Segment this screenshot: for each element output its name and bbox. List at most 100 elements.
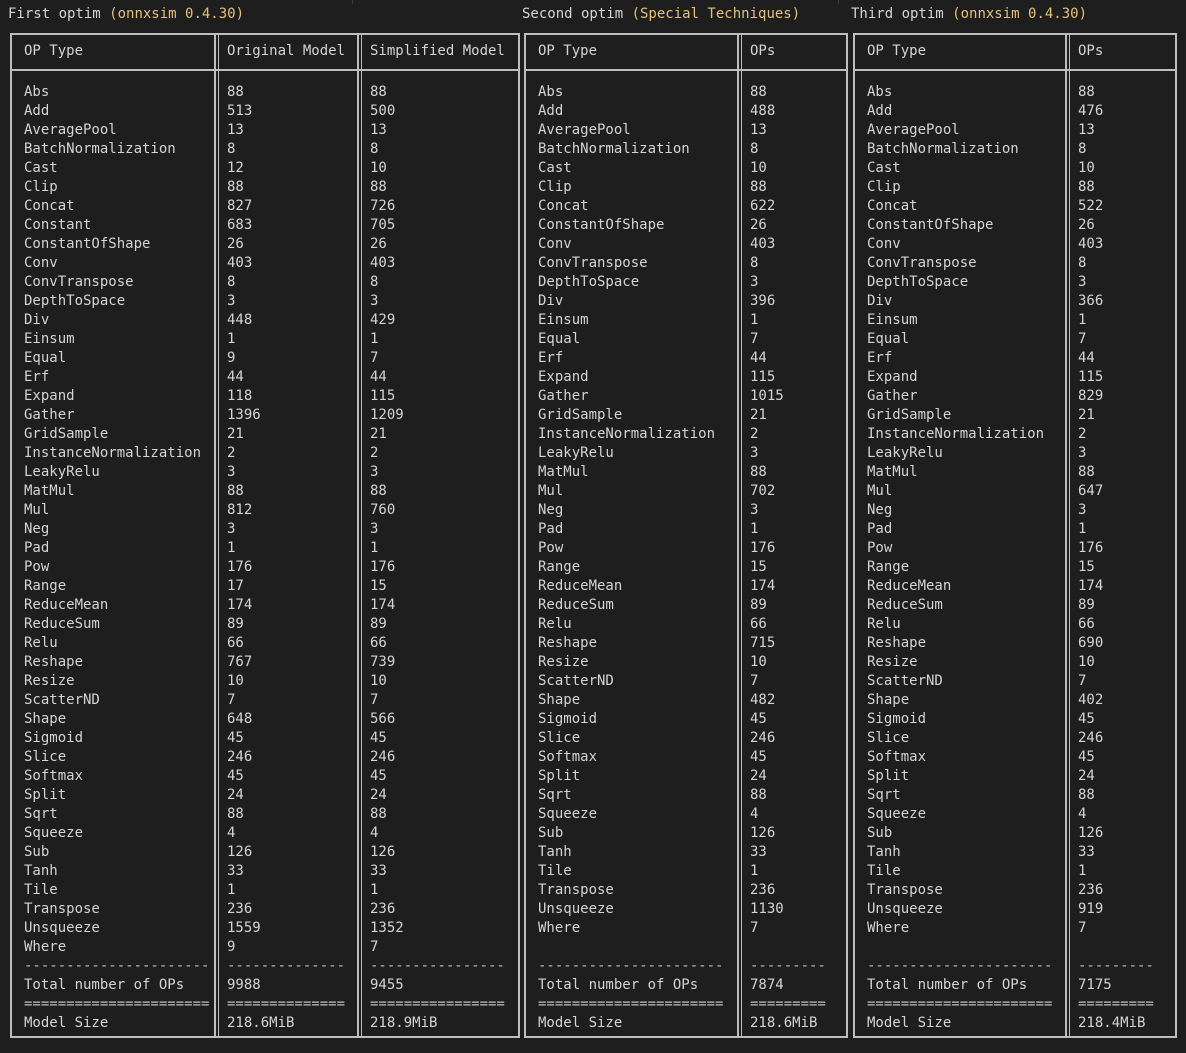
column-header: OPs [750,43,776,59]
op-type-cell: Squeeze [24,825,84,841]
value-cell: 24 [1078,768,1095,784]
value-cell: 246 [750,730,776,746]
separator-line: ================ [370,996,505,1012]
separator-line: --------- [1078,958,1154,974]
value-cell: 403 [1078,236,1104,252]
value-cell: 683 [227,217,253,233]
value-cell: 402 [1078,692,1104,708]
op-type-cell: ConstantOfShape [867,217,994,233]
value-cell: 1209 [370,407,404,423]
value-cell: 4 [1078,806,1087,822]
value-cell: 236 [750,882,776,898]
value-cell: 8 [227,274,236,290]
value-cell: 403 [227,255,253,271]
value-cell: 690 [1078,635,1104,651]
value-cell: 1 [1078,863,1087,879]
op-type-cell: Cast [24,160,58,176]
op-type-cell: LeakyRelu [24,464,100,480]
op-type-cell: Clip [538,179,572,195]
value-cell: 396 [750,293,776,309]
value-cell: 1130 [750,901,784,917]
value-cell: 7 [750,920,759,936]
op-type-cell: Range [24,578,67,594]
op-type-cell: Reshape [538,635,598,651]
header-second-optim: Second optim (Special Techniques) [522,5,800,24]
op-type-cell: Reshape [24,654,84,670]
op-type-cell: Conv [867,236,901,252]
op-type-cell: Concat [538,198,589,214]
value-cell: 513 [227,103,253,119]
op-type-cell: Pad [24,540,50,556]
op-type-cell: Neg [538,502,564,518]
value-cell: 1 [227,540,236,556]
value-cell: 2 [227,445,236,461]
value-cell: 176 [370,559,396,575]
value-cell: 3 [227,293,236,309]
separator-line: ---------------------- [867,958,1053,974]
separator-line: ---------------- [370,958,505,974]
op-type-cell: Split [24,787,67,803]
op-type-cell: Tanh [538,844,572,860]
value-cell: 89 [750,597,767,613]
value-cell: 88 [750,84,767,100]
value-cell: 8 [1078,255,1087,271]
value-cell: 26 [750,217,767,233]
value-cell: 236 [1078,882,1104,898]
value-cell: 66 [750,616,767,632]
value-cell: 522 [1078,198,1104,214]
value-cell: 8 [370,141,379,157]
value-cell: 2 [370,445,379,461]
op-type-cell: Relu [24,635,58,651]
op-type-cell: Tanh [24,863,58,879]
value-cell: 246 [227,749,253,765]
op-type-cell: ConstantOfShape [538,217,665,233]
value-cell: 33 [227,863,244,879]
value-cell: 648 [227,711,253,727]
pane-divider [838,0,839,4]
header-note: (onnxsim 0.4.30) [952,6,1088,22]
op-type-cell: ScatterND [24,692,100,708]
value-cell: 66 [227,635,244,651]
op-type-cell: Einsum [867,312,918,328]
header-third-optim: Third optim (onnxsim 0.4.30) [851,5,1087,24]
value-cell: 1 [227,331,236,347]
table-header-row: OP Type Original Model Simplified Model [12,35,518,71]
value-cell: 7 [750,331,759,347]
separator-line: -------------- [227,958,346,974]
value-cell: 3 [227,521,236,537]
value-cell: 1 [750,863,759,879]
op-type-cell: Add [867,103,893,119]
op-type-cell: Sigmoid [538,711,598,727]
separator-line: ====================== [867,996,1053,1012]
total-row: Total number of OPs [867,977,1028,993]
header-label: Third optim [851,6,953,22]
op-type-cell: Shape [538,692,581,708]
value-cell: 45 [227,730,244,746]
op-type-cell: Erf [538,350,564,366]
op-type-cell: Squeeze [538,806,598,822]
value-cell: 246 [370,749,396,765]
value-cell: 3 [370,293,379,309]
op-type-cell: Equal [867,331,910,347]
value-cell: 45 [1078,749,1095,765]
value-cell: 8 [750,141,759,157]
op-type-cell: Concat [24,198,75,214]
op-type-cell: Tile [867,863,901,879]
value-cell: 45 [750,749,767,765]
op-type-cell: GridSample [538,407,623,423]
header-note: (onnxsim 0.4.30) [109,6,245,22]
value-cell: 767 [227,654,253,670]
value-cell: 24 [750,768,767,784]
op-type-cell: GridSample [24,426,109,442]
op-type-cell: ReduceSum [867,597,943,613]
header-first-optim: First optim (onnxsim 0.4.30) [8,5,244,24]
value-cell: 13 [370,122,387,138]
value-cell: 15 [370,578,387,594]
op-type-cell: Unsqueeze [24,920,100,936]
op-type-cell: Div [24,312,50,328]
op-type-cell: Abs [538,84,564,100]
value-cell: 702 [750,483,776,499]
value-cell: 115 [370,388,396,404]
op-type-cell: ConstantOfShape [24,236,151,252]
value-cell: 4 [370,825,379,841]
